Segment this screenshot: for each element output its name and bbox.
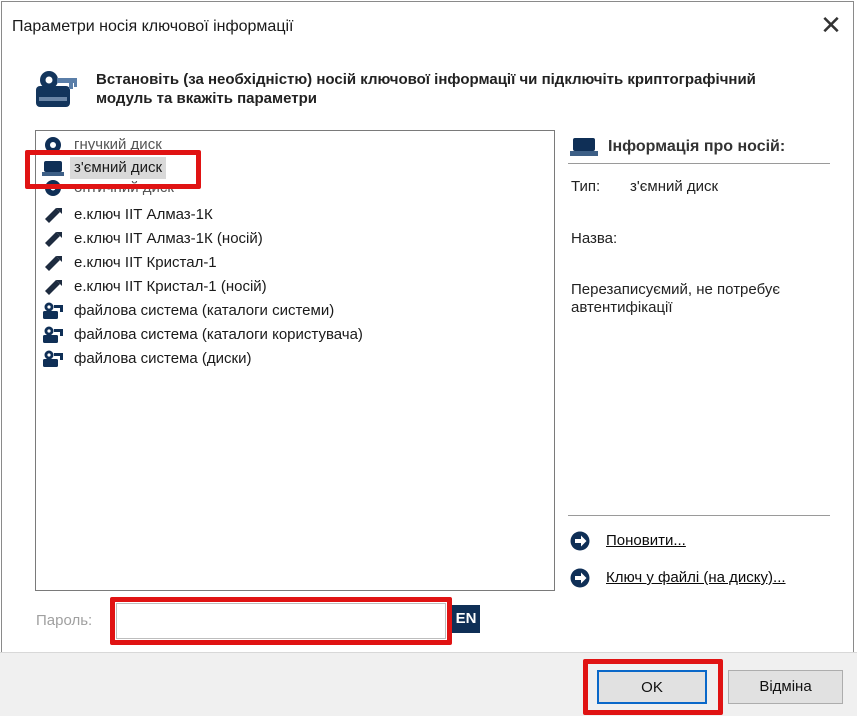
title-bar: Параметри носія ключової інформації ✕ [2, 2, 853, 48]
window-title: Параметри носія ключової інформації [12, 18, 294, 35]
list-item-label: е.ключ ІІТ Алмаз-1К [74, 206, 213, 223]
keyboard-language-indicator[interactable]: EN [452, 605, 480, 633]
password-input[interactable] [116, 603, 446, 639]
usb-key-icon [45, 256, 62, 271]
refresh-link-text[interactable]: Поновити... [606, 532, 686, 549]
list-item-label: е.ключ ІІТ Кристал-1 [74, 254, 217, 271]
optical-disk-icon [45, 180, 61, 196]
removable-disk-icon [42, 161, 64, 176]
arrow-right-circle-icon [570, 568, 590, 588]
type-value: з'ємний диск [630, 178, 719, 195]
list-item-label: файлова система (каталоги системи) [74, 302, 335, 319]
file-system-icon [43, 302, 63, 319]
close-icon[interactable]: ✕ [811, 8, 851, 44]
key-media-icon [36, 71, 77, 107]
file-system-icon [43, 326, 63, 343]
usb-key-icon [45, 232, 62, 247]
instruction-text: Встановіть (за необхідністю) носій ключо… [96, 71, 756, 107]
list-item-label: оптичний диск [74, 179, 174, 196]
password-label: Пароль: [36, 612, 93, 629]
usb-key-icon [45, 280, 62, 295]
arrow-right-circle-icon [570, 531, 590, 551]
list-item-label: з'ємний диск [70, 157, 167, 179]
info-header: Інформація про носій: [608, 138, 786, 155]
list-item-label: е.ключ ІІТ Алмаз-1К (носій) [74, 230, 263, 247]
cancel-button[interactable]: Відміна [728, 670, 843, 704]
media-description: Перезаписуємий, не потребує автентифікац… [571, 281, 780, 316]
name-label: Назва: [571, 230, 618, 247]
list-item-label: файлова система (каталоги користувача) [74, 326, 363, 343]
usb-key-icon [45, 208, 62, 223]
file-system-icon [43, 350, 63, 367]
media-info-panel: Інформація про носій: Тип: з'ємний диск … [568, 130, 830, 590]
floppy-disk-icon [45, 137, 61, 153]
ok-button[interactable]: OK [597, 670, 707, 704]
divider [568, 163, 830, 164]
key-file-link-text[interactable]: Ключ у файлі (на диску)... [606, 569, 786, 586]
divider [568, 515, 830, 516]
list-item-label: е.ключ ІІТ Кристал-1 (носій) [74, 278, 267, 295]
media-list[interactable]: гнучкий диск з'ємний диск оптичний диск … [35, 130, 555, 591]
type-label: Тип: [571, 178, 601, 195]
list-item-label: гнучкий диск [74, 136, 162, 153]
list-item-label: файлова система (диски) [74, 350, 252, 367]
removable-disk-icon [570, 138, 598, 156]
